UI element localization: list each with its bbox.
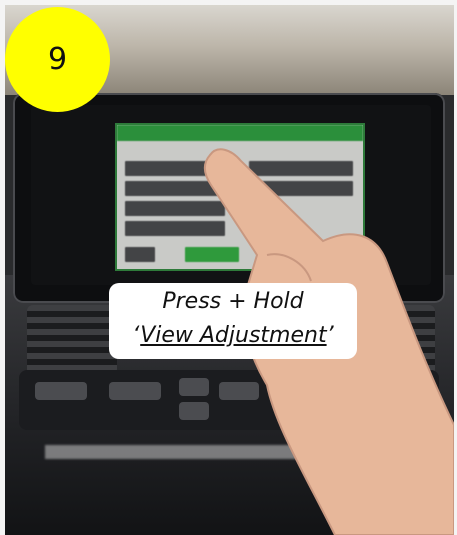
caption-view-adjustment: View Adjustment: [140, 323, 327, 348]
caption-close-quote: ’: [326, 323, 334, 348]
caption-line-1: Press + Hold: [162, 289, 304, 314]
caption-line-2: ‘View Adjustment’: [109, 323, 357, 348]
step-number: 9: [47, 42, 68, 77]
